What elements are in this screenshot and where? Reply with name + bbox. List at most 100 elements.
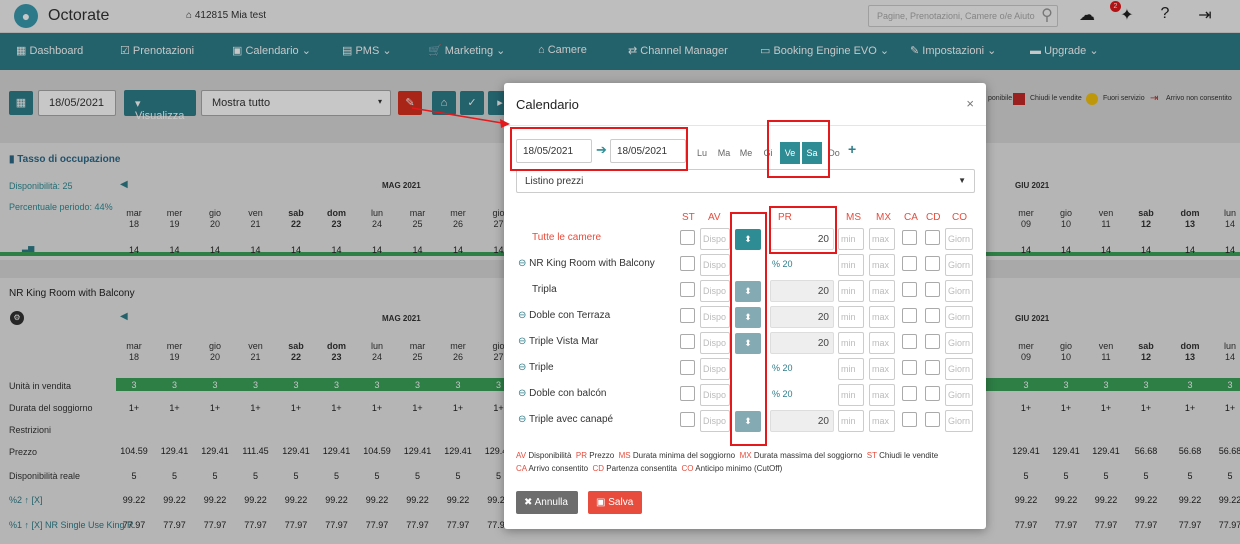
collapse-icon[interactable]: ⊖ xyxy=(518,388,529,399)
av-input[interactable]: Dispo xyxy=(700,410,730,432)
cd-checkbox[interactable] xyxy=(925,256,940,271)
date-from-input[interactable]: 18/05/2021 xyxy=(516,139,592,163)
ms-input[interactable]: min xyxy=(838,358,864,380)
pr-input[interactable]: 20 xyxy=(770,306,834,328)
ca-checkbox[interactable] xyxy=(902,256,917,271)
co-input[interactable]: Giorn xyxy=(945,332,973,354)
col-st: ST xyxy=(682,212,695,223)
modal-title: Calendario xyxy=(516,97,579,112)
av-input[interactable]: Dispo xyxy=(700,228,730,250)
pr-input[interactable]: 20 xyxy=(770,332,834,354)
mx-input[interactable]: max xyxy=(869,384,895,406)
pr-link[interactable]: % 20 xyxy=(772,259,793,269)
mx-input[interactable]: max xyxy=(869,410,895,432)
mx-input[interactable]: max xyxy=(869,332,895,354)
ms-input[interactable]: min xyxy=(838,280,864,302)
st-checkbox[interactable] xyxy=(680,308,695,323)
av-input[interactable]: Dispo xyxy=(700,384,730,406)
st-checkbox[interactable] xyxy=(680,386,695,401)
room-name: Tripla xyxy=(532,284,557,295)
cd-checkbox[interactable] xyxy=(925,412,940,427)
co-input[interactable]: Giorn xyxy=(945,254,973,276)
ca-checkbox[interactable] xyxy=(902,230,917,245)
collapse-icon[interactable]: ⊖ xyxy=(518,414,529,425)
ca-checkbox[interactable] xyxy=(902,412,917,427)
mx-input[interactable]: max xyxy=(869,280,895,302)
pr-input[interactable]: 20 xyxy=(770,280,834,302)
add-day-icon[interactable]: + xyxy=(848,141,856,157)
cd-checkbox[interactable] xyxy=(925,308,940,323)
room-name: NR King Room with Balcony xyxy=(529,258,655,269)
spinner-button[interactable]: ⬍ xyxy=(735,307,761,328)
cd-checkbox[interactable] xyxy=(925,334,940,349)
ca-checkbox[interactable] xyxy=(902,282,917,297)
day-do[interactable]: Do xyxy=(824,142,844,164)
collapse-icon[interactable]: ⊖ xyxy=(518,258,529,269)
ms-input[interactable]: min xyxy=(838,410,864,432)
room-name: Triple Vista Mar xyxy=(528,336,599,347)
room-row-label: ⊖ Triple avec canapé xyxy=(518,414,613,425)
cd-checkbox[interactable] xyxy=(925,282,940,297)
co-input[interactable]: Giorn xyxy=(945,410,973,432)
st-checkbox[interactable] xyxy=(680,334,695,349)
link-icon: % xyxy=(772,363,783,373)
day-gi[interactable]: Gi xyxy=(758,142,778,164)
co-input[interactable]: Giorn xyxy=(945,384,973,406)
spinner-button[interactable]: ⬍ xyxy=(735,333,761,354)
st-checkbox[interactable] xyxy=(680,282,695,297)
close-icon[interactable]: × xyxy=(966,96,974,111)
calendar-modal: Calendario × 18/05/2021 ➔ 18/05/2021 Lu … xyxy=(504,83,986,529)
spinner-button[interactable]: ⬍ xyxy=(735,411,761,432)
day-me[interactable]: Me xyxy=(736,142,756,164)
mx-input[interactable]: max xyxy=(869,254,895,276)
co-input[interactable]: Giorn xyxy=(945,280,973,302)
mx-input[interactable]: max xyxy=(869,306,895,328)
pr-link[interactable]: % 20 xyxy=(772,363,793,373)
collapse-icon[interactable]: ⊖ xyxy=(518,310,529,321)
av-input[interactable]: Dispo xyxy=(700,332,730,354)
ms-input[interactable]: min xyxy=(838,384,864,406)
listino-select[interactable]: Listino prezzi ▼ xyxy=(516,169,975,193)
pr-input[interactable]: 20 xyxy=(770,410,834,432)
st-checkbox[interactable] xyxy=(680,256,695,271)
day-sa[interactable]: Sa xyxy=(802,142,822,164)
co-input[interactable]: Giorn xyxy=(945,228,973,250)
room-name: Doble con balcón xyxy=(529,388,607,399)
day-ve[interactable]: Ve xyxy=(780,142,800,164)
av-input[interactable]: Dispo xyxy=(700,280,730,302)
co-input[interactable]: Giorn xyxy=(945,306,973,328)
mx-input[interactable]: max xyxy=(869,358,895,380)
ms-input[interactable]: min xyxy=(838,228,864,250)
ca-checkbox[interactable] xyxy=(902,360,917,375)
ms-input[interactable]: min xyxy=(838,332,864,354)
ms-input[interactable]: min xyxy=(838,254,864,276)
room-row-label: ⊖ Doble con Terraza xyxy=(518,310,610,321)
cd-checkbox[interactable] xyxy=(925,360,940,375)
day-lu[interactable]: Lu xyxy=(692,142,712,164)
mx-input[interactable]: max xyxy=(869,228,895,250)
cancel-button[interactable]: ✖ Annulla xyxy=(516,491,578,514)
ca-checkbox[interactable] xyxy=(902,334,917,349)
collapse-icon[interactable]: ⊖ xyxy=(518,336,529,347)
ms-input[interactable]: min xyxy=(838,306,864,328)
st-checkbox[interactable] xyxy=(680,412,695,427)
pr-link[interactable]: % 20 xyxy=(772,389,793,399)
ca-checkbox[interactable] xyxy=(902,308,917,323)
day-ma[interactable]: Ma xyxy=(714,142,734,164)
collapse-icon[interactable]: ⊖ xyxy=(518,362,529,373)
av-input[interactable]: Dispo xyxy=(700,254,730,276)
link-icon: % xyxy=(772,259,783,269)
av-input[interactable]: Dispo xyxy=(700,306,730,328)
cd-checkbox[interactable] xyxy=(925,386,940,401)
st-checkbox[interactable] xyxy=(680,230,695,245)
cd-checkbox[interactable] xyxy=(925,230,940,245)
save-button[interactable]: ▣ Salva xyxy=(588,491,642,514)
date-to-input[interactable]: 18/05/2021 xyxy=(610,139,686,163)
spinner-button[interactable]: ⬍ xyxy=(735,281,761,302)
pr-input[interactable]: 20 xyxy=(770,228,834,250)
av-input[interactable]: Dispo xyxy=(700,358,730,380)
spinner-button[interactable]: ⬍ xyxy=(735,229,761,250)
co-input[interactable]: Giorn xyxy=(945,358,973,380)
st-checkbox[interactable] xyxy=(680,360,695,375)
ca-checkbox[interactable] xyxy=(902,386,917,401)
